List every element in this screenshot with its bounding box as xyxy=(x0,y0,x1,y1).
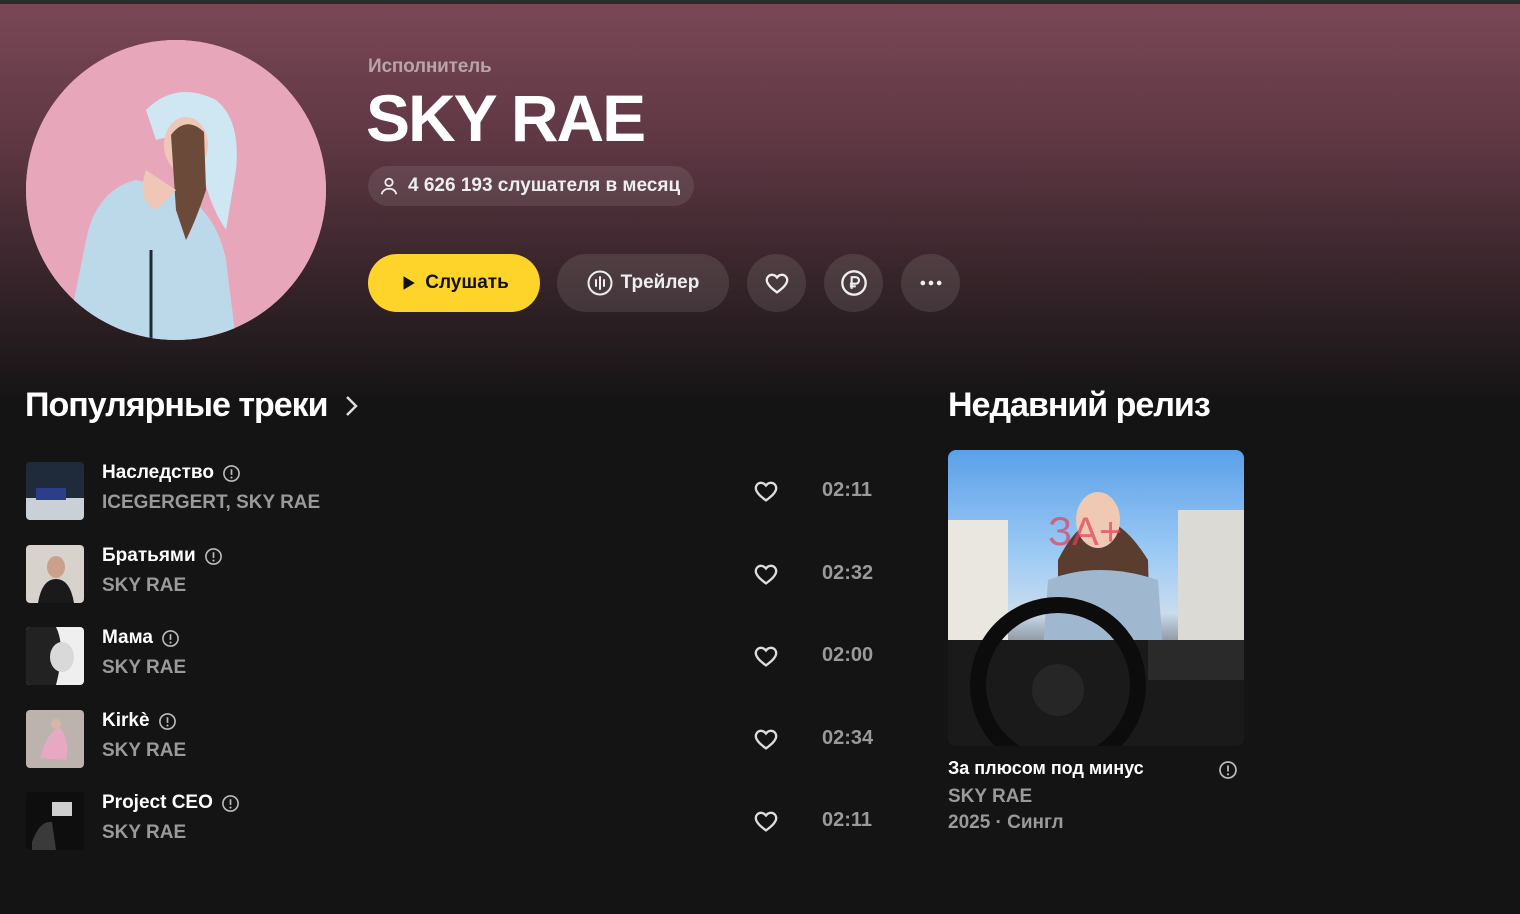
track-artists[interactable]: ICEGERGERT, SKY RAE xyxy=(102,492,320,514)
artist-avatar[interactable] xyxy=(26,40,326,340)
track-cover xyxy=(26,792,84,850)
chevron-right-icon xyxy=(345,395,358,416)
trailer-button-label: Трейлер xyxy=(620,272,700,293)
track-cover xyxy=(26,545,84,603)
listeners-badge: 4 626 193 слушателя в месяц xyxy=(368,166,695,206)
track-row[interactable]: Мама SKY RAE 02:00 xyxy=(26,625,886,687)
info-icon[interactable] xyxy=(1218,760,1238,780)
info-icon[interactable] xyxy=(221,794,240,813)
more-icon xyxy=(920,280,941,286)
track-title[interactable]: Мама xyxy=(102,627,153,649)
release-cover[interactable]: ЗА+ xyxy=(948,450,1244,746)
ruble-icon xyxy=(840,270,867,296)
popular-tracks-title: Популярные треки xyxy=(25,386,329,424)
heart-icon[interactable] xyxy=(752,560,780,588)
recent-release-title: Недавний релиз xyxy=(948,386,1211,424)
track-artists[interactable]: SKY RAE xyxy=(102,575,186,597)
track-row[interactable]: Project CEO SKY RAE 02:11 xyxy=(26,790,886,852)
track-duration: 02:32 xyxy=(822,562,874,584)
waveform-icon xyxy=(587,270,613,296)
svg-text:ЗА+: ЗА+ xyxy=(1048,510,1122,554)
track-row[interactable]: Братьями SKY RAE 02:32 xyxy=(26,543,886,605)
play-button-label: Слушать xyxy=(425,272,509,293)
donate-button[interactable] xyxy=(824,254,883,312)
cover-image xyxy=(26,627,84,685)
listeners-count: 4 626 193 слушателя в месяц xyxy=(408,175,681,196)
track-duration: 02:34 xyxy=(822,727,874,749)
play-button[interactable]: Слушать xyxy=(368,254,540,312)
track-title-row: Project CEO xyxy=(102,792,240,814)
track-title[interactable]: Братьями xyxy=(102,545,196,567)
track-title-row: Наследство xyxy=(102,462,241,484)
info-icon[interactable] xyxy=(204,547,223,566)
release-cover-image: ЗА+ xyxy=(948,492,1244,746)
artist-name: SKY RAE xyxy=(366,81,646,155)
heart-icon[interactable] xyxy=(752,725,780,753)
release-artist[interactable]: SKY RAE xyxy=(948,786,1032,808)
heart-icon[interactable] xyxy=(752,477,780,505)
artist-photo xyxy=(26,40,326,340)
popular-tracks-heading[interactable]: Популярные треки xyxy=(25,386,362,425)
trailer-button[interactable]: Трейлер xyxy=(557,254,729,312)
play-icon xyxy=(403,276,415,290)
cover-image xyxy=(26,710,84,768)
cover-image xyxy=(26,792,84,850)
release-name[interactable]: За плюсом под минус xyxy=(948,758,1144,779)
track-artists[interactable]: SKY RAE xyxy=(102,657,186,679)
track-title[interactable]: Project CEO xyxy=(102,792,213,814)
more-options-button[interactable] xyxy=(901,254,960,312)
artist-type-label: Исполнитель xyxy=(368,56,492,77)
cover-image xyxy=(26,462,84,520)
track-title[interactable]: Наследство xyxy=(102,462,214,484)
track-duration: 02:11 xyxy=(822,479,873,501)
user-icon xyxy=(380,177,398,195)
heart-icon[interactable] xyxy=(752,642,780,670)
info-icon[interactable] xyxy=(161,629,180,648)
info-icon[interactable] xyxy=(222,464,241,483)
heart-icon xyxy=(765,273,788,294)
info-icon[interactable] xyxy=(158,712,177,731)
track-artists[interactable]: SKY RAE xyxy=(102,822,186,844)
track-title-row: Мама xyxy=(102,627,180,649)
cover-image xyxy=(26,545,84,603)
heart-icon[interactable] xyxy=(752,807,780,835)
track-duration: 02:11 xyxy=(822,809,873,831)
track-cover xyxy=(26,627,84,685)
track-row[interactable]: Наследство ICEGERGERT, SKY RAE 02:11 xyxy=(26,460,886,522)
track-cover xyxy=(26,710,84,768)
release-meta: 2025 · Сингл xyxy=(948,812,1064,833)
track-cover xyxy=(26,462,84,520)
track-row[interactable]: Kirkè SKY RAE 02:34 xyxy=(26,708,886,770)
like-artist-button[interactable] xyxy=(747,254,806,312)
track-duration: 02:00 xyxy=(822,644,874,666)
track-artists[interactable]: SKY RAE xyxy=(102,740,186,762)
track-title[interactable]: Kirkè xyxy=(102,710,150,732)
track-title-row: Kirkè xyxy=(102,710,177,732)
track-title-row: Братьями xyxy=(102,545,223,567)
